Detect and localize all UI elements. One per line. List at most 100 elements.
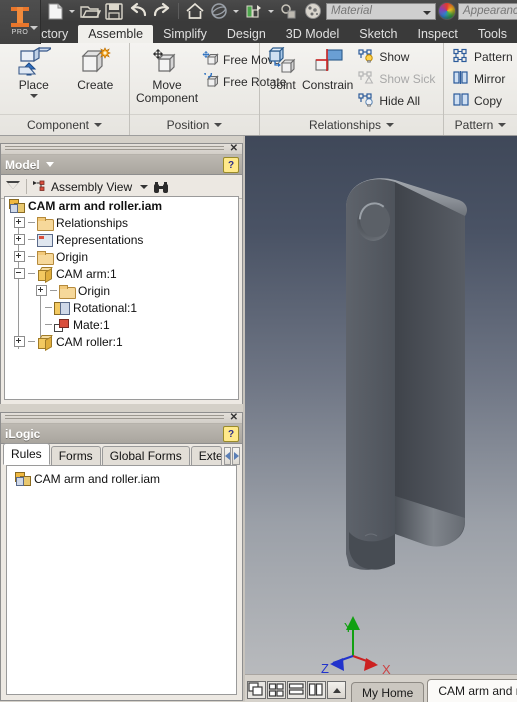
home-icon[interactable] [184,1,206,21]
material-sphere-icon[interactable] [302,1,324,21]
panel-label-pattern[interactable]: Pattern [444,114,517,135]
tabs-scroll-left-button[interactable] [223,447,232,465]
assembly-view-selector[interactable]: Assembly View [32,180,149,194]
document-tab-my-home[interactable]: My Home [351,682,425,702]
tab-forms[interactable]: Forms [50,446,101,465]
orbit-icon[interactable] [208,1,230,21]
model-tree[interactable]: CAM arm and roller.iam Relationships Rep… [4,196,239,400]
show-relationship-button[interactable]: Show [355,46,438,68]
move-component-button[interactable]: Move Component [136,47,198,105]
chevron-down-icon[interactable] [214,123,223,127]
tab-3d-model[interactable]: 3D Model [276,25,350,43]
page-title: Model [5,157,40,172]
joint-button[interactable]: Joint [266,47,300,92]
tree-item-root[interactable]: CAM arm and roller.iam [5,197,238,214]
application-menu-button[interactable]: PRO [0,0,41,44]
constrain-button[interactable]: Constrain [302,47,353,92]
copy-button[interactable]: Copy [450,90,516,112]
binoculars-find-icon[interactable] [153,181,169,193]
redo-arrow-icon[interactable] [151,1,173,21]
tree-item-rotational[interactable]: Rotational:1 [5,299,238,316]
tab-rules[interactable]: Rules [3,443,50,465]
chevron-down-icon[interactable] [68,1,77,21]
tree-item-relationships[interactable]: Relationships [5,214,238,231]
chevron-down-icon[interactable] [94,123,103,127]
tab-global-forms[interactable]: Global Forms [101,446,190,465]
open-folder-icon[interactable] [79,1,102,21]
appearance-sphere-icon[interactable] [438,2,456,20]
tree-item-cam-roller[interactable]: CAM roller:1 [5,333,238,352]
tab-design[interactable]: Design [217,25,276,43]
panel-label-component[interactable]: Component [0,114,129,135]
chevron-up-icon[interactable] [327,681,346,699]
chevron-down-icon[interactable] [232,1,241,21]
appearance-selector[interactable]: Appearance [458,2,517,20]
close-icon[interactable]: ✕ [230,413,238,423]
tab-inspect[interactable]: Inspect [408,25,468,43]
filter-funnel-icon[interactable] [6,180,21,194]
collapse-icon[interactable] [14,268,25,279]
chevron-down-icon[interactable] [267,1,276,21]
ilogic-panel: ✕ iLogic ? Rules Forms Global Forms Exte… [0,412,243,701]
tree-item-origin[interactable]: Origin [5,248,238,265]
pattern-button[interactable]: Pattern [450,46,516,68]
ilogic-rules-list[interactable]: CAM arm and roller.iam [6,465,237,695]
tab-assemble[interactable]: Assemble [78,25,154,43]
cam-arm-part[interactable]: Y X Z [245,136,517,674]
tile-grid-icon[interactable] [267,681,286,699]
material-selector[interactable]: Material [326,2,436,20]
cascade-icon[interactable] [247,681,266,699]
assembly-icon [15,472,31,486]
tree-item-label: CAM arm:1 [56,266,117,281]
tree-item-representations[interactable]: Representations [5,231,238,248]
hide-all-label: Hide All [379,94,421,108]
qat-separator [178,3,179,19]
tab-external-rules[interactable]: Externa [190,446,222,465]
chevron-down-icon[interactable] [30,26,38,30]
tree-item-mate[interactable]: Mate:1 [5,316,238,333]
create-component-button[interactable]: Create [68,47,124,92]
model-panel-grip[interactable]: ✕ [1,144,242,155]
tile-horizontal-icon[interactable] [287,681,306,699]
expand-icon[interactable] [14,234,25,245]
select-icon[interactable] [278,1,300,21]
chevron-down-icon[interactable] [423,10,431,15]
part-icon [37,267,53,284]
panel-label-position[interactable]: Position [130,114,259,135]
document-tab-cam-arm[interactable]: CAM arm and ro.. [427,679,517,702]
tab-sketch[interactable]: Sketch [349,25,407,43]
expand-icon[interactable] [14,251,25,262]
help-icon[interactable]: ? [223,157,239,173]
ilogic-item-label: CAM arm and roller.iam [34,471,161,486]
expand-icon[interactable] [36,285,47,296]
graphics-viewport[interactable]: Y X Z [245,136,517,674]
update-icon[interactable] [243,1,265,21]
close-icon[interactable]: ✕ [230,144,238,154]
part-side-face [395,182,465,545]
ilogic-panel-grip[interactable]: ✕ [1,413,242,424]
tree-item-cam-arm[interactable]: CAM arm:1 [5,265,238,284]
chevron-down-icon[interactable] [140,184,149,189]
floppy-save-icon[interactable] [103,1,125,21]
tile-vertical-icon[interactable] [307,681,326,699]
mirror-button[interactable]: Mirror [450,68,516,90]
expand-icon[interactable] [14,217,25,228]
tab-simplify[interactable]: Simplify [153,25,217,43]
list-item[interactable]: CAM arm and roller.iam [11,470,236,487]
chevron-down-icon[interactable] [29,94,38,98]
ribbon-panel-component: Place Create Component [0,43,130,135]
place-component-button[interactable]: Place [6,47,62,98]
tab-tools[interactable]: Tools [468,25,517,43]
hide-all-button[interactable]: Hide All [355,90,438,112]
expand-icon[interactable] [14,336,25,347]
panel-label-relationships[interactable]: Relationships [260,114,443,135]
new-file-icon[interactable] [44,1,66,21]
rotational-joint-icon [54,301,70,315]
help-icon[interactable]: ? [223,426,239,442]
tabs-scroll-right-button[interactable] [232,447,240,465]
chevron-down-icon[interactable] [498,123,507,127]
undo-arrow-icon[interactable] [127,1,149,21]
chevron-down-icon[interactable] [386,123,395,127]
tree-item-cam-arm-origin[interactable]: Origin [5,282,238,299]
chevron-down-icon[interactable] [45,162,54,167]
